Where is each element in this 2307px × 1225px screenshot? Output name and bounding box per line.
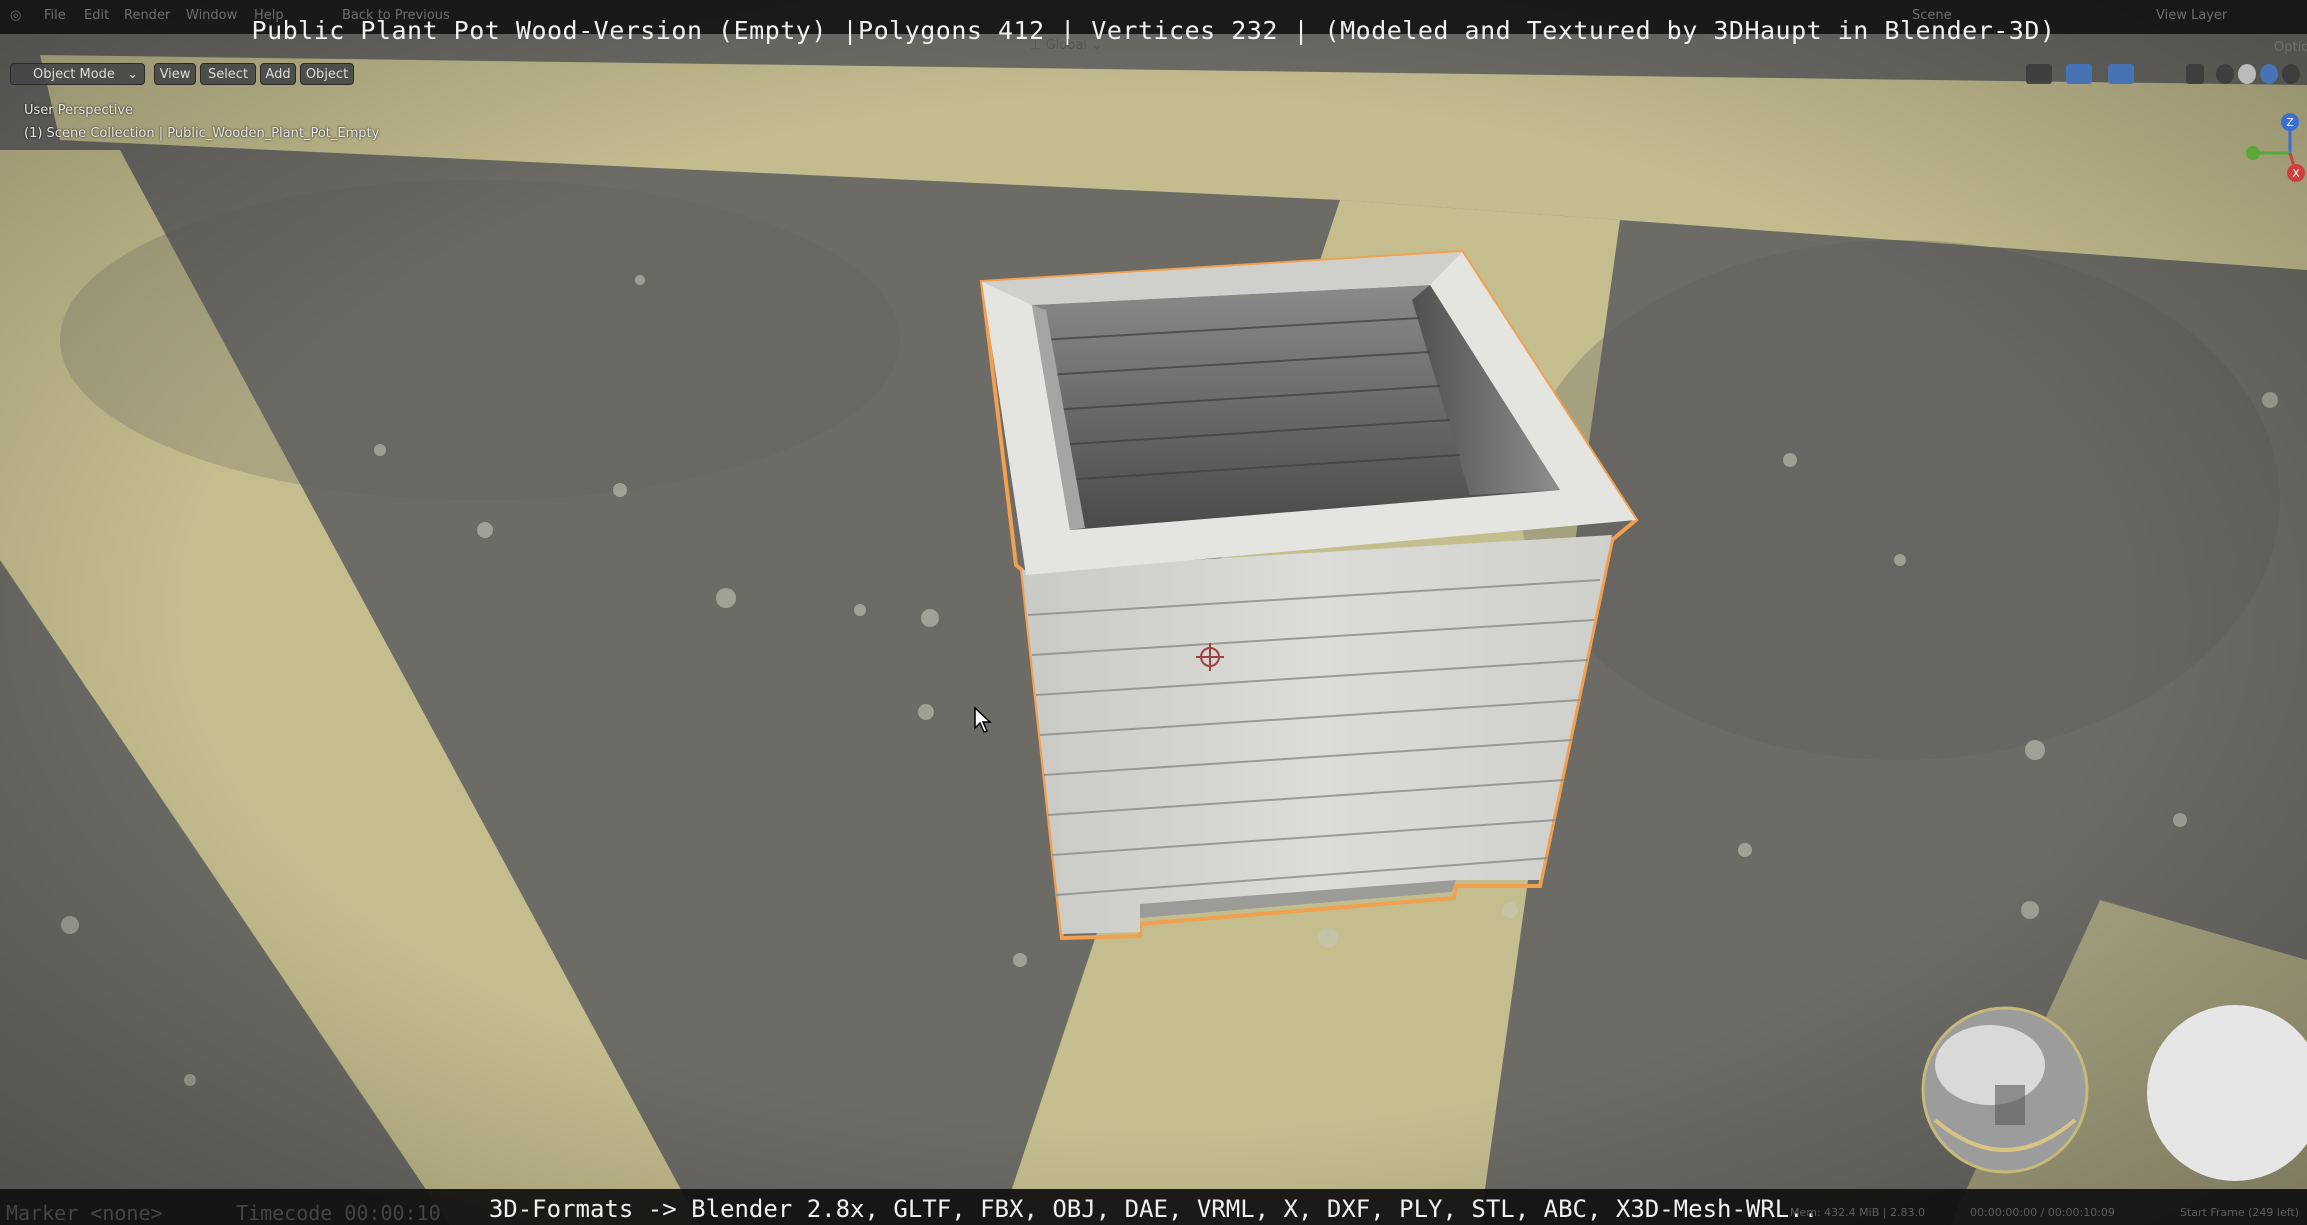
view-perspective-label: User Perspective — [24, 103, 134, 118]
mouse-cursor-icon — [974, 706, 992, 733]
object-mode-label: Object Mode — [33, 67, 115, 82]
material-shading-icon[interactable] — [2260, 64, 2278, 84]
rendered-shading-icon[interactable] — [2282, 64, 2300, 84]
hdri-chrome-sphere-icon — [1921, 1006, 2089, 1174]
visibility-icon[interactable] — [2026, 64, 2052, 84]
xray-icon[interactable] — [2186, 64, 2204, 84]
memory-stats: Mem: 432.4 MiB | 2.83.0 — [1790, 1206, 1925, 1219]
view-menu-button[interactable]: View — [154, 63, 196, 85]
start-frame-label: Start Frame (249 left) — [2180, 1206, 2300, 1219]
overlay-toggle-icon[interactable] — [2108, 64, 2134, 84]
select-menu-button[interactable]: Select — [200, 63, 256, 85]
time-stats: 00:00:00:00 / 00:00:10:09 — [1970, 1206, 2115, 1219]
gizmo-z-label: Z — [2286, 116, 2294, 129]
wireframe-shading-icon[interactable] — [2216, 64, 2234, 84]
add-menu-button[interactable]: Add — [260, 63, 296, 85]
navigation-gizmo[interactable]: Z X — [2240, 108, 2307, 188]
viewport-scene — [0, 0, 2307, 1225]
transform-orientation[interactable]: ⊥ Global ⌄ — [1030, 38, 1102, 53]
transform-orientation-label: Global — [1045, 38, 1087, 53]
formats-overlay: 3D-Formats -> Blender 2.8x, GLTF, FBX, O… — [488, 1195, 1819, 1223]
object-mode-dropdown[interactable]: Object Mode ⌄ — [10, 63, 145, 85]
scene-collection-label: (1) Scene Collection | Public_Wooden_Pla… — [24, 126, 380, 141]
solid-shading-icon[interactable] — [2238, 64, 2256, 84]
chevron-down-icon: ⌄ — [127, 67, 138, 82]
gizmo-x-label: X — [2292, 167, 2300, 180]
viewport-shading-toolbar — [2026, 64, 2306, 84]
gizmo-toggle-icon[interactable] — [2066, 64, 2092, 84]
object-menu-button[interactable]: Object — [300, 63, 354, 85]
3d-viewport[interactable]: ◎ File Edit Render Window Help Back to P… — [0, 0, 2307, 1225]
title-overlay: Public Plant Pot Wood-Version (Empty) |P… — [251, 16, 2056, 45]
gizmo-y-axis[interactable] — [2246, 146, 2260, 160]
